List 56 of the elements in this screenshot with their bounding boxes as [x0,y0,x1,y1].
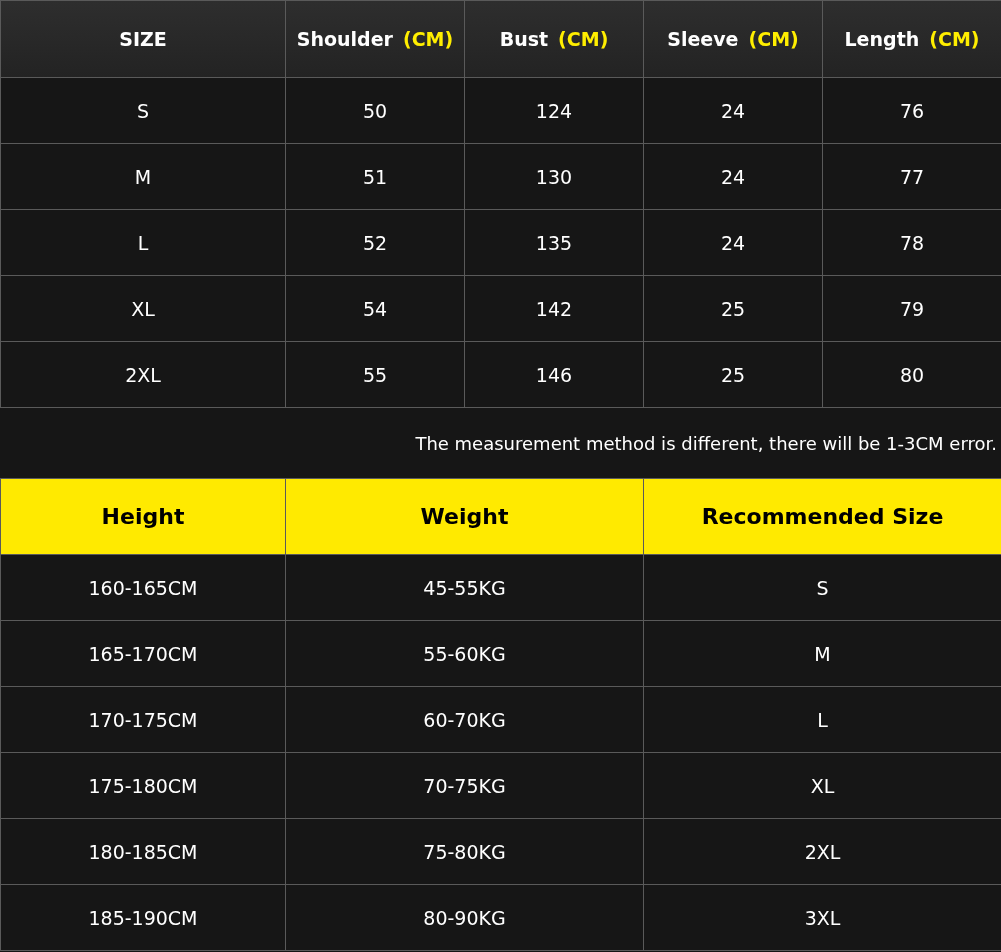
table-cell: 2XL [644,819,1001,884]
table-cell: M [644,621,1001,686]
column-header: Recommended Size [644,479,1001,554]
table-cell: 124 [465,78,643,143]
table-cell: 170-175CM [1,687,285,752]
table-cell: 45-55KG [286,555,643,620]
table-cell: 55-60KG [286,621,643,686]
table-cell: 80 [823,342,1001,407]
table-cell: 52 [286,210,464,275]
table-cell: S [644,555,1001,620]
table-cell: 76 [823,78,1001,143]
unit-label: (CM) [929,28,980,50]
column-header: SIZE [1,1,285,77]
note-text: The measurement method is different, there will be 1-3CM error. [415,432,997,454]
table-cell: 185-190CM [1,885,285,950]
table-cell: M [1,144,285,209]
table-cell: 78 [823,210,1001,275]
table-cell: 135 [465,210,643,275]
unit-label: (CM) [748,28,799,50]
table-cell: 180-185CM [1,819,285,884]
table-cell: 24 [644,144,822,209]
table-cell: 165-170CM [1,621,285,686]
column-header: Weight [286,479,643,554]
table-cell: 70-75KG [286,753,643,818]
table-cell: 142 [465,276,643,341]
table-cell: 160-165CM [1,555,285,620]
header-label: Bust [499,28,549,50]
table-cell: 60-70KG [286,687,643,752]
table-cell: 3XL [644,885,1001,950]
header-label: Length [844,28,920,50]
table-cell: 77 [823,144,1001,209]
table-cell: 175-180CM [1,753,285,818]
table-cell: 24 [644,78,822,143]
table-cell: 2XL [1,342,285,407]
table-cell: 25 [644,276,822,341]
table-cell: S [1,78,285,143]
table-cell: 79 [823,276,1001,341]
table-cell: 50 [286,78,464,143]
table-cell: 24 [644,210,822,275]
table-cell: L [644,687,1001,752]
column-header: Height [1,479,285,554]
table-cell: XL [644,753,1001,818]
table-cell: 75-80KG [286,819,643,884]
unit-label: (CM) [558,28,609,50]
table-cell: 146 [465,342,643,407]
table-cell: L [1,210,285,275]
table-cell: 25 [644,342,822,407]
table-cell: 130 [465,144,643,209]
table-cell: XL [1,276,285,341]
table-cell: 80-90KG [286,885,643,950]
table-cell: 55 [286,342,464,407]
table-cell: 51 [286,144,464,209]
unit-label: (CM) [402,28,454,50]
header-label: Sleeve [667,28,739,50]
table-cell: 54 [286,276,464,341]
header-label: Shoulder [296,28,393,50]
